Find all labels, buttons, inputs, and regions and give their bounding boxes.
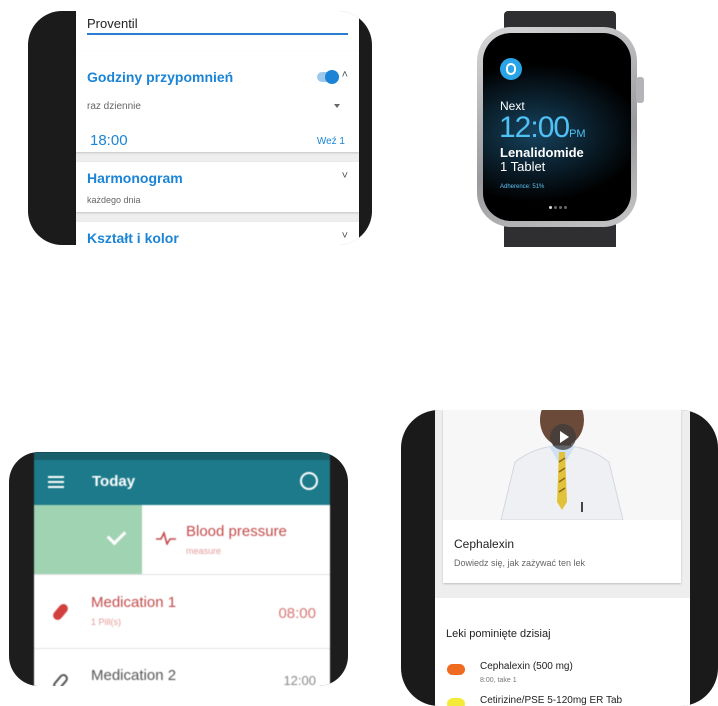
take-dose-label[interactable]: Weź 1 (317, 136, 345, 147)
reminder-toggle-knob[interactable] (325, 70, 339, 84)
play-icon[interactable] (550, 424, 576, 450)
doctor-video[interactable] (443, 410, 681, 520)
missed-item-detail: 8:00, take 1 (480, 677, 517, 684)
page-indicator (549, 196, 569, 214)
reminder-time[interactable]: 18:00 (90, 132, 128, 149)
chevron-down-icon[interactable]: ˅ (342, 170, 348, 182)
next-dose-time: 12:00PM (499, 111, 586, 145)
shape-color-card[interactable]: Kształt i kolor ˅ (76, 222, 359, 245)
schedule-title: Harmonogram (87, 170, 183, 186)
history-icon[interactable] (300, 472, 318, 490)
settings-screenshot: Proventil Godziny przypomnień ˄ raz dzie… (28, 11, 372, 245)
watch-crown[interactable] (636, 77, 644, 103)
reminder-title: Godziny przypomnień (87, 69, 234, 85)
video-subtitle: Dowiedz się, jak zażywać ten lek (454, 558, 586, 568)
chevron-down-icon[interactable]: ˅ (342, 230, 348, 242)
status-bar (34, 452, 330, 460)
reminder-name: Blood pressure (186, 523, 287, 540)
today-screen: Today Blood pressure measure Medication … (34, 452, 330, 686)
list-item[interactable]: Medication 2 12:00 (34, 649, 330, 686)
adherence-text: Adherence: 51% (500, 184, 545, 190)
list-item[interactable]: Blood pressure measure (34, 505, 330, 575)
video-title: Cephalexin (454, 537, 515, 551)
schedule-card[interactable]: Harmonogram ˅ każdego dnia (76, 162, 359, 212)
missed-item-name[interactable]: Cephalexin (500 mg) (480, 661, 573, 672)
reminder-card: Godziny przypomnień ˄ raz dziennie 18:00… (76, 51, 359, 152)
missed-item-name[interactable]: Cetirizine/PSE 5-120mg ER Tab (480, 695, 622, 706)
menu-icon[interactable] (48, 476, 64, 491)
next-dose-hour: 12:00 (499, 111, 570, 144)
drug-name: Lenalidomide (500, 145, 584, 160)
pill-outline-icon (51, 672, 70, 686)
pill-color-icon (447, 664, 465, 675)
video-card[interactable]: Cephalexin Dowiedz się, jak zażywać ten … (443, 410, 681, 583)
pill-icon (51, 602, 70, 622)
completed-swipe (34, 505, 142, 574)
name-field-underline (87, 33, 348, 35)
medication-name-field[interactable]: Proventil (87, 16, 138, 31)
app-bar: Today (34, 452, 330, 505)
app-logo-icon[interactable] (500, 58, 522, 80)
page-title: Today (92, 473, 136, 490)
list-item[interactable]: Medication 1 1 Pill(s) 08:00 (34, 575, 330, 649)
medication-time: 12:00 (283, 673, 316, 686)
settings-screen: Proventil Godziny przypomnień ˄ raz dzie… (76, 11, 359, 245)
pill-color-icon (447, 698, 465, 706)
dose-quantity: 1 Tablet (500, 159, 546, 174)
shape-color-title: Kształt i kolor (87, 230, 179, 245)
smartwatch-screenshot: Next 12:00PM Lenalidomide 1 Tablet Adher… (474, 11, 644, 247)
check-icon (106, 525, 127, 546)
missed-meds-screenshot: Cephalexin Dowiedz się, jak zażywać ten … (401, 410, 718, 706)
missed-card: Leki pominięte dzisiaj Cephalexin (500 m… (435, 598, 690, 706)
heartbeat-icon (156, 531, 176, 545)
today-list-screenshot: Today Blood pressure measure Medication … (9, 452, 348, 686)
medication-name: Medication 2 (91, 667, 177, 684)
frequency-select[interactable]: raz dziennie (87, 101, 141, 112)
watch-screen: Next 12:00PM Lenalidomide 1 Tablet Adher… (483, 33, 631, 221)
reminder-subtitle: measure (186, 546, 222, 556)
chevron-up-icon[interactable]: ˄ (342, 69, 348, 81)
next-dose-ampm: PM (569, 128, 586, 140)
missed-header: Leki pominięte dzisiaj (446, 628, 551, 640)
medication-dose: 1 Pill(s) (91, 617, 122, 627)
medication-name: Medication 1 (91, 594, 177, 611)
schedule-value: każdego dnia (87, 195, 141, 205)
name-card: Proventil (76, 11, 359, 53)
medication-time: 08:00 (278, 605, 316, 622)
dropdown-arrow-icon[interactable] (334, 104, 340, 108)
missed-screen: Cephalexin Dowiedz się, jak zażywać ten … (435, 410, 690, 706)
